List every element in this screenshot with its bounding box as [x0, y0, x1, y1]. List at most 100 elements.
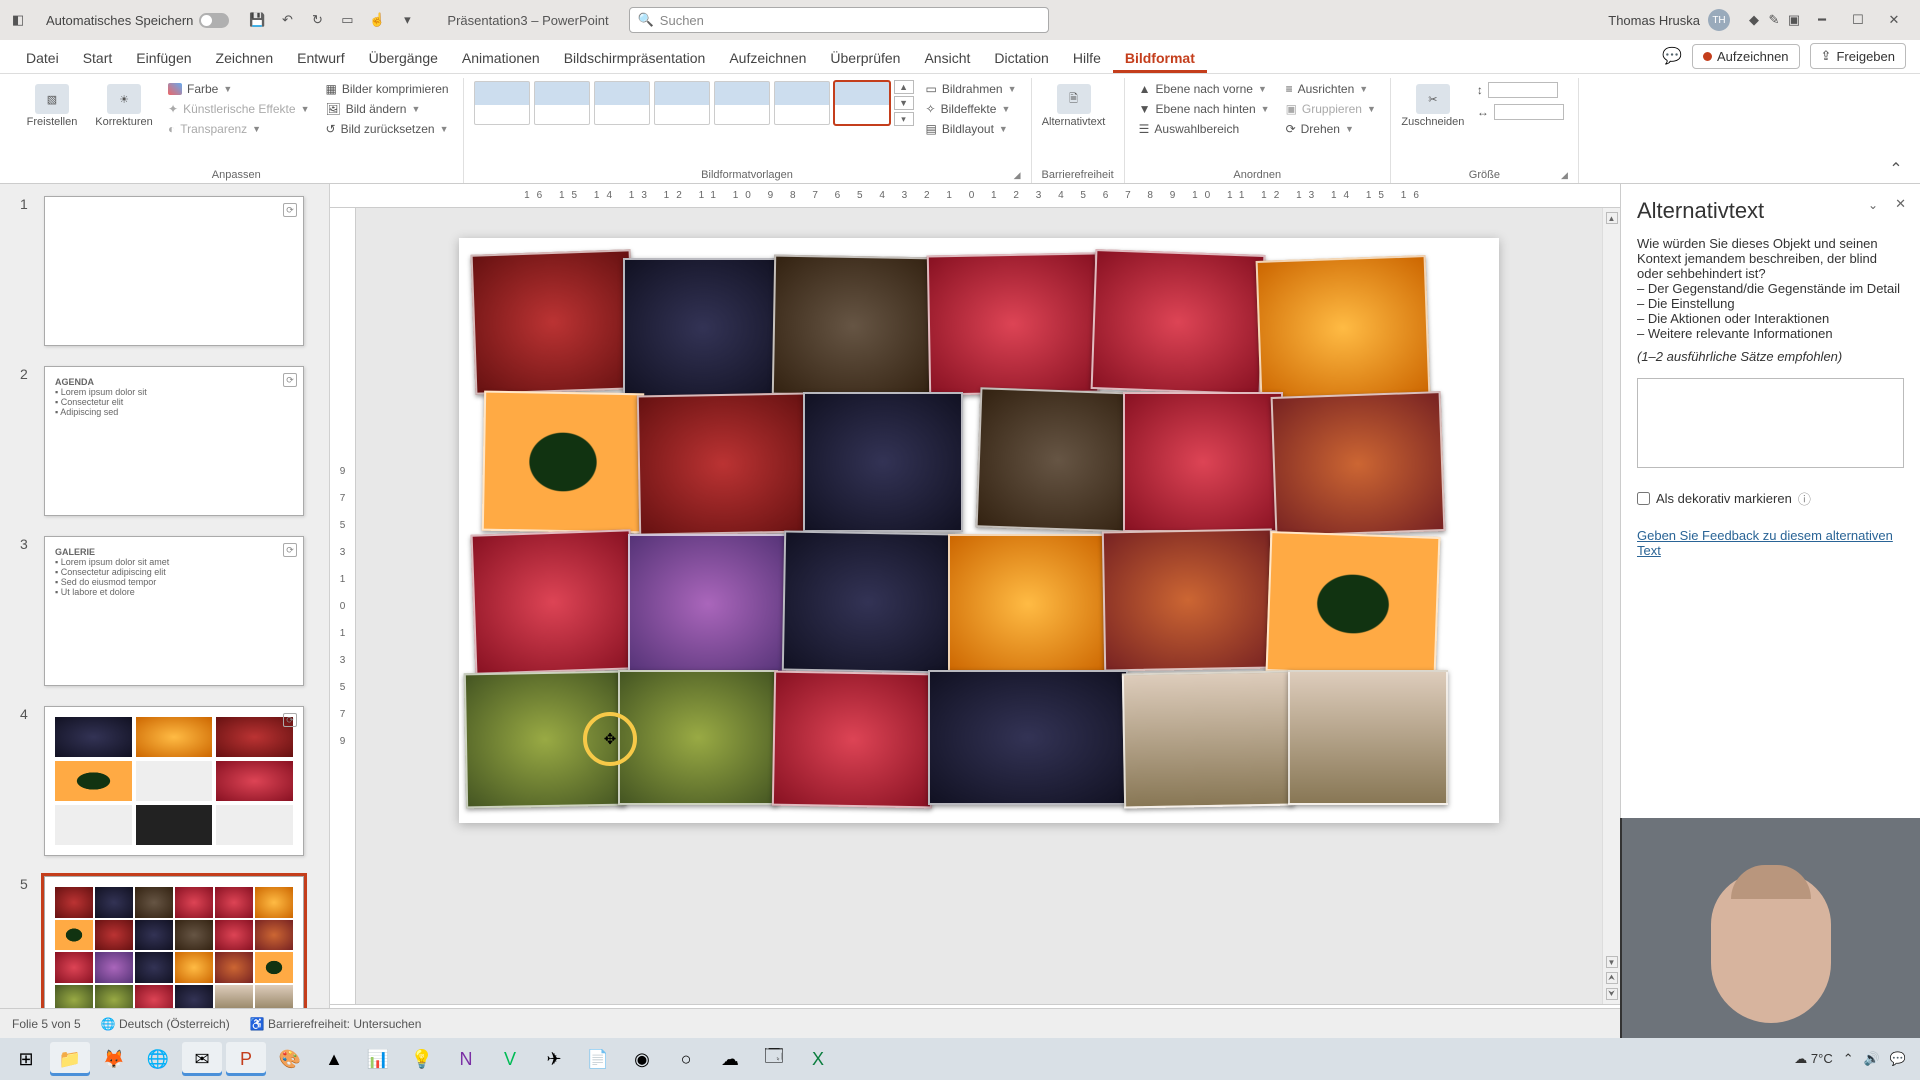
onenote-icon[interactable]: N [446, 1042, 486, 1076]
style-item[interactable] [474, 81, 530, 125]
crop-button[interactable]: ✂Zuschneiden [1401, 80, 1465, 132]
tab-ansicht[interactable]: Ansicht [912, 44, 982, 73]
gallery-up-icon[interactable]: ▲ [894, 80, 914, 94]
collage-image[interactable] [471, 249, 636, 394]
minimize-button[interactable]: ━ [1804, 5, 1840, 35]
collage-image[interactable] [471, 529, 636, 674]
pen-icon[interactable]: ✎ [1764, 10, 1784, 30]
collage-image[interactable] [637, 393, 809, 536]
present-icon[interactable]: ▭ [337, 10, 357, 30]
qat-more-icon[interactable]: ▾ [397, 10, 417, 30]
tab-dictation[interactable]: Dictation [982, 44, 1060, 73]
collage-image[interactable] [623, 258, 783, 398]
tab-datei[interactable]: Datei [14, 44, 71, 73]
app-icon[interactable]: 📊 [358, 1042, 398, 1076]
language-indicator[interactable]: 🌐 Deutsch (Österreich) [101, 1017, 230, 1031]
collage-image[interactable] [1288, 670, 1448, 805]
style-item[interactable] [654, 81, 710, 125]
corrections-button[interactable]: ☀Korrekturen [92, 80, 156, 132]
tab-uebergaenge[interactable]: Übergänge [357, 44, 450, 73]
obs-icon[interactable]: ◉ [622, 1042, 662, 1076]
undo-icon[interactable]: ↶ [277, 10, 297, 30]
collage-image[interactable] [928, 670, 1128, 805]
search-input[interactable]: 🔍 Suchen [629, 7, 1049, 33]
tab-einfuegen[interactable]: Einfügen [124, 44, 203, 73]
slide-counter[interactable]: Folie 5 von 5 [12, 1017, 81, 1031]
width-input[interactable]: ↔ [1473, 102, 1568, 122]
height-field[interactable] [1488, 82, 1558, 98]
pane-collapse-icon[interactable]: ⌄ [1868, 198, 1878, 212]
picture-effects-button[interactable]: ✧Bildeffekte▼ [922, 100, 1021, 118]
share-button[interactable]: ⇪Freigeben [1810, 43, 1906, 69]
slide-thumbnail[interactable]: ⟳ [44, 196, 304, 346]
tab-ueberpruefen[interactable]: Überprüfen [818, 44, 912, 73]
alt-text-button[interactable]: 🗎Alternativtext [1042, 80, 1106, 132]
excel-icon[interactable]: X [798, 1042, 838, 1076]
app-icon[interactable]: 💡 [402, 1042, 442, 1076]
collage-image[interactable] [1256, 255, 1431, 401]
bring-forward-button[interactable]: ▲Ebene nach vorne▼ [1135, 80, 1274, 98]
picture-styles-gallery[interactable]: ▲ ▼ ▾ [474, 80, 914, 126]
slide-thumbnail[interactable]: ⟳GALERIE▪ Lorem ipsum dolor sit amet▪ Co… [44, 536, 304, 686]
slide-canvas[interactable] [459, 238, 1499, 823]
telegram-icon[interactable]: ✈ [534, 1042, 574, 1076]
feedback-link[interactable]: Geben Sie Feedback zu diesem alternative… [1637, 528, 1904, 558]
outlook-icon[interactable]: ✉ [182, 1042, 222, 1076]
selection-pane-button[interactable]: ☰Auswahlbereich [1135, 120, 1274, 138]
picture-collage[interactable] [473, 252, 1485, 807]
touch-icon[interactable]: ☝ [367, 10, 387, 30]
collage-image[interactable] [618, 670, 778, 805]
slide-thumbnail[interactable]: ⟳AGENDA▪ Lorem ipsum dolor sit▪ Consecte… [44, 366, 304, 516]
picture-border-button[interactable]: ▭Bildrahmen▼ [922, 80, 1021, 98]
reset-picture-button[interactable]: ↺Bild zurücksetzen▼ [322, 120, 453, 138]
gallery-more-icon[interactable]: ▾ [894, 112, 914, 126]
tab-zeichnen[interactable]: Zeichnen [204, 44, 286, 73]
pane-close-icon[interactable]: ✕ [1895, 196, 1906, 212]
redo-icon[interactable]: ↻ [307, 10, 327, 30]
style-item[interactable] [534, 81, 590, 125]
scroll-down-icon[interactable]: ▼ [1606, 956, 1618, 968]
maximize-button[interactable]: ☐ [1840, 5, 1876, 35]
collage-image[interactable] [927, 253, 1099, 396]
remove-background-button[interactable]: ▧Freistellen [20, 80, 84, 132]
app-icon[interactable]: ☁ [710, 1042, 750, 1076]
start-button[interactable]: ⊞ [6, 1042, 46, 1076]
chrome-icon[interactable]: 🌐 [138, 1042, 178, 1076]
width-field[interactable] [1494, 104, 1564, 120]
collage-image[interactable] [464, 671, 626, 809]
comments-icon[interactable]: 💬 [1662, 46, 1682, 66]
collage-image[interactable] [482, 391, 644, 534]
collage-image[interactable] [1122, 671, 1294, 809]
decorative-checkbox-input[interactable] [1637, 492, 1650, 505]
tray-icon[interactable]: 🔊 [1864, 1051, 1880, 1067]
collage-image[interactable] [803, 392, 963, 532]
dialog-launcher-icon[interactable]: ◢ [1561, 170, 1568, 181]
window-icon[interactable]: ▣ [1784, 10, 1804, 30]
tab-animationen[interactable]: Animationen [450, 44, 552, 73]
next-slide-icon[interactable]: ⮟ [1606, 988, 1618, 1000]
collage-image[interactable] [1123, 392, 1283, 532]
app-icon[interactable]: 🗔 [754, 1042, 794, 1076]
style-item-selected[interactable] [834, 81, 890, 125]
collage-image[interactable] [948, 534, 1108, 674]
vertical-scrollbar[interactable]: ▲ ▼ ⮝ ⮟ [1602, 208, 1620, 1004]
scroll-up-icon[interactable]: ▲ [1606, 212, 1618, 224]
save-icon[interactable]: 💾 [247, 10, 267, 30]
tray-chevron-icon[interactable]: ⌃ [1843, 1051, 1854, 1067]
app-icon[interactable]: V [490, 1042, 530, 1076]
dialog-launcher-icon[interactable]: ◢ [1014, 170, 1021, 181]
close-button[interactable]: ✕ [1876, 5, 1912, 35]
app-icon[interactable]: ○ [666, 1042, 706, 1076]
picture-layout-button[interactable]: ▤Bildlayout▼ [922, 120, 1021, 138]
decorative-checkbox[interactable]: Als dekorativ markieren ⓘ [1637, 489, 1904, 508]
weather-widget[interactable]: ☁ 7°C [1794, 1051, 1832, 1067]
tab-start[interactable]: Start [71, 44, 125, 73]
gallery-down-icon[interactable]: ▼ [894, 96, 914, 110]
collapse-ribbon-icon[interactable]: ⌃ [1886, 159, 1906, 179]
collage-image[interactable] [1271, 391, 1446, 537]
collage-image[interactable] [628, 534, 788, 674]
collage-image[interactable] [1091, 249, 1266, 395]
diamond-icon[interactable]: ◆ [1744, 10, 1764, 30]
tab-aufzeichnen[interactable]: Aufzeichnen [717, 44, 818, 73]
tab-hilfe[interactable]: Hilfe [1061, 44, 1113, 73]
